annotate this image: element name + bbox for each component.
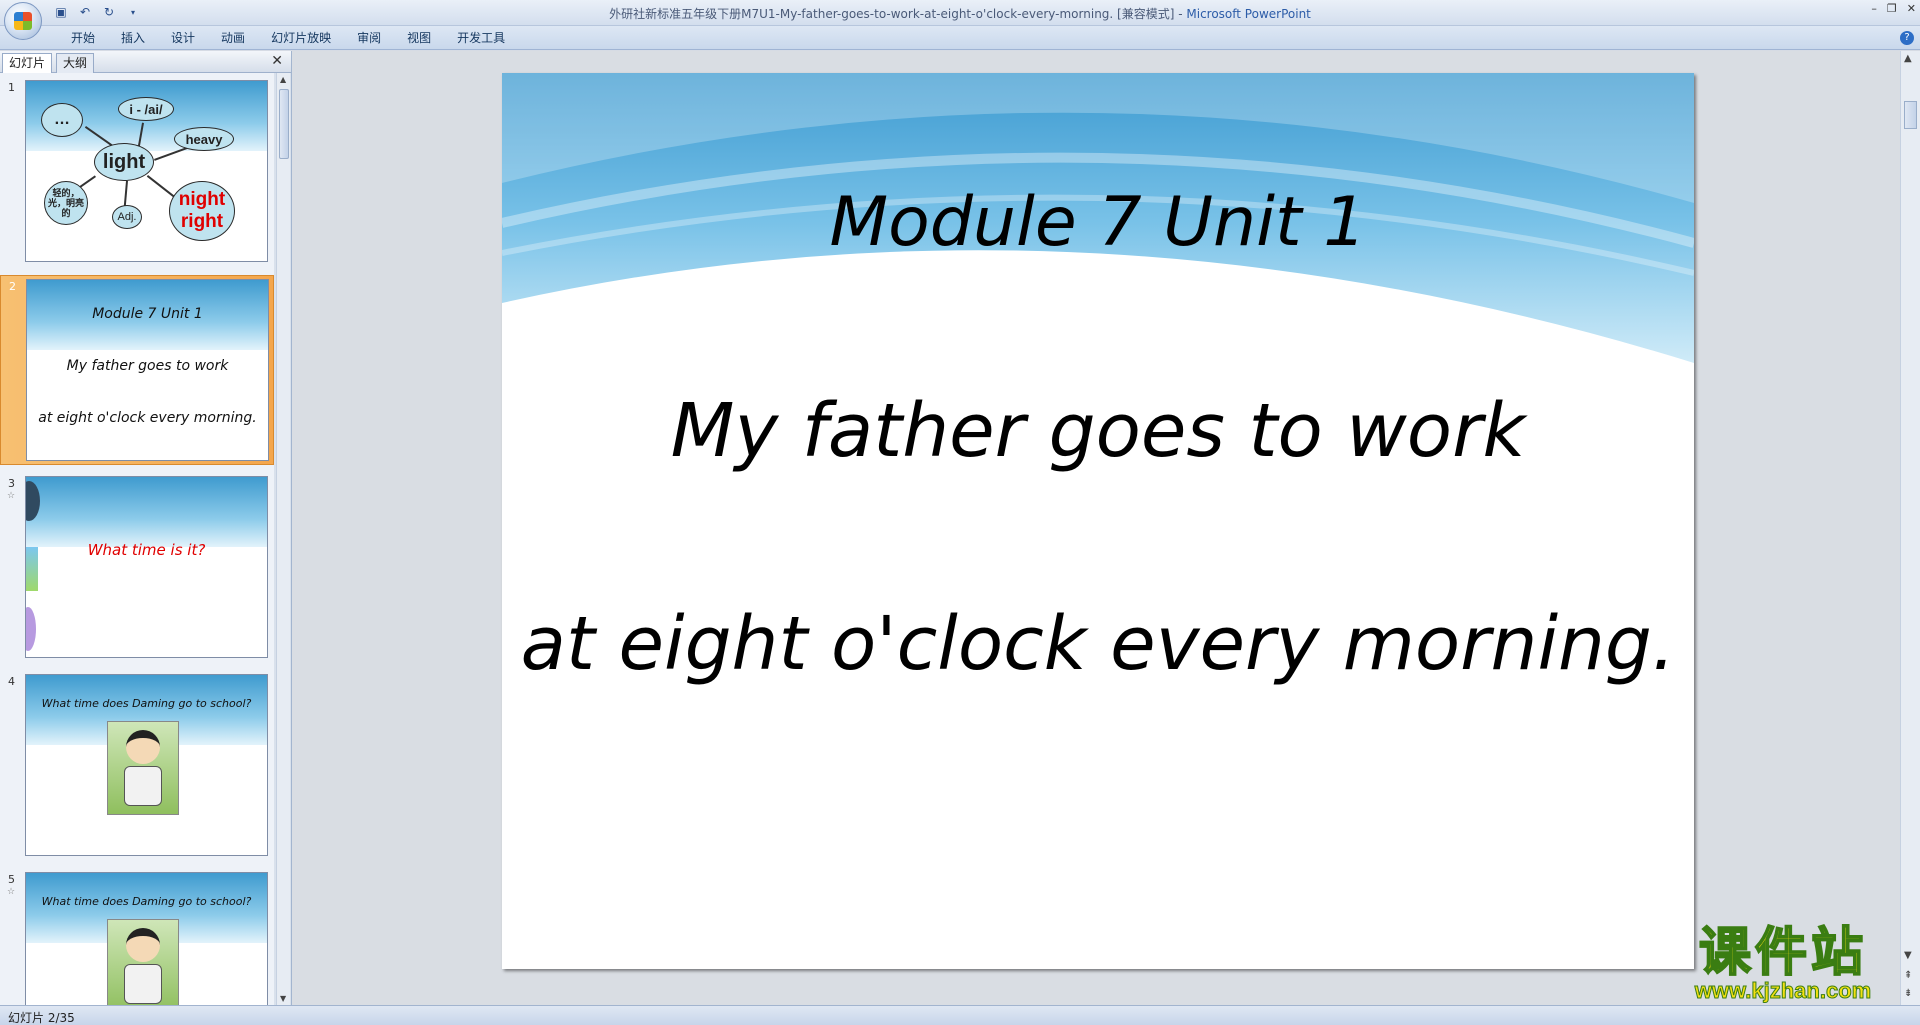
- thumbnail-scrollbar[interactable]: ▲ ▼: [276, 73, 290, 1005]
- slide-thumbnail-1[interactable]: 1 … i - /ai/ heavy light 轻的，光，明亮的 Adj. n…: [0, 77, 274, 267]
- editor-scrollbar[interactable]: ▲ ▼ ⇞ ⇟: [1900, 51, 1920, 1005]
- scroll-thumb[interactable]: [279, 89, 289, 159]
- slide-number: 2: [9, 280, 16, 293]
- slide-counter: 幻灯片 2/35: [8, 1011, 75, 1025]
- scroll-thumb[interactable]: [1904, 101, 1917, 129]
- tab-home[interactable]: 开始: [58, 30, 108, 48]
- slide-thumbnail-4[interactable]: 4 What time does Daming go to school?: [0, 671, 274, 861]
- ribbon: 开始 插入 设计 动画 幻灯片放映 审阅 视图 开发工具 ?: [0, 26, 1920, 50]
- slide-editor: Module 7 Unit 1 My father goes to work a…: [292, 51, 1900, 1005]
- slide-line-2[interactable]: at eight o'clock every morning.: [502, 601, 1694, 687]
- mindmap-chinese: 轻的，光，明亮的: [44, 181, 88, 225]
- mindmap-phonetic: i - /ai/: [118, 97, 174, 121]
- slide-number: 4: [8, 675, 15, 688]
- rhyme-word: right: [180, 211, 224, 232]
- thumb-line: at eight o'clock every morning.: [38, 410, 257, 426]
- tab-slideshow[interactable]: 幻灯片放映: [258, 30, 344, 48]
- tab-review[interactable]: 审阅: [344, 30, 394, 48]
- close-icon[interactable]: ✕: [1907, 2, 1916, 15]
- tab-view[interactable]: 视图: [394, 30, 444, 48]
- clock-image: [26, 607, 36, 651]
- scroll-up-icon[interactable]: ▲: [280, 75, 286, 84]
- mindmap-heavy: heavy: [174, 127, 234, 151]
- slide-preview: What time does Daming go to school?: [25, 872, 268, 1005]
- title-bar: ▣ ↶ ↻ ▾ 外研社新标准五年级下册M7U1-My-father-goes-t…: [0, 0, 1920, 40]
- tab-developer[interactable]: 开发工具: [444, 30, 518, 48]
- thumb-line: My father goes to work: [66, 358, 229, 374]
- boy-image: [107, 721, 179, 815]
- app-name: Microsoft PowerPoint: [1186, 7, 1311, 21]
- mindmap-adj: Adj.: [112, 205, 142, 229]
- thumb-title: What time is it?: [87, 541, 206, 559]
- restore-icon[interactable]: ❐: [1887, 2, 1897, 15]
- slide-number: 1: [8, 81, 15, 94]
- current-slide[interactable]: Module 7 Unit 1 My father goes to work a…: [502, 73, 1694, 969]
- slide-preview: Module 7 Unit 1 My father goes to work a…: [26, 279, 269, 461]
- window-title: 外研社新标准五年级下册M7U1-My-father-goes-to-work-a…: [609, 7, 1311, 21]
- thumb-title: What time does Daming go to school?: [41, 895, 252, 908]
- animation-star-icon: ☆: [7, 887, 16, 897]
- watermark-text: 课件站: [1698, 923, 1867, 983]
- watermark-logo: 课件站 www.kjzhan.com: [1668, 923, 1898, 1003]
- slide-thumbnail-3[interactable]: 3 ☆ What time is it?: [0, 473, 274, 663]
- slide-title[interactable]: Module 7 Unit 1: [502, 183, 1694, 262]
- animation-star-icon: ☆: [7, 491, 16, 501]
- previous-slide-icon[interactable]: ⇞: [1904, 970, 1912, 981]
- help-icon[interactable]: ?: [1900, 31, 1914, 45]
- next-slide-icon[interactable]: ⇟: [1904, 988, 1912, 999]
- tab-insert[interactable]: 插入: [108, 30, 158, 48]
- status-bar: 幻灯片 2/35: [0, 1005, 1920, 1025]
- mindmap-rhymes: night right: [169, 181, 235, 241]
- thumb-title: What time does Daming go to school?: [41, 697, 252, 710]
- slide-preview: … i - /ai/ heavy light 轻的，光，明亮的 Adj. nig…: [25, 80, 268, 262]
- mindmap-ellipsis: …: [41, 103, 83, 137]
- mindmap-center: light: [94, 143, 154, 181]
- slide-preview: What time does Daming go to school?: [25, 674, 268, 856]
- pane-close-icon[interactable]: ✕: [271, 53, 283, 69]
- slides-pane: 幻灯片 大纲 ✕ 1 … i - /ai/ heavy light 轻的，光，明…: [0, 51, 292, 1005]
- scroll-up-icon[interactable]: ▲: [1904, 53, 1912, 64]
- thumbnail-list: 1 … i - /ai/ heavy light 轻的，光，明亮的 Adj. n…: [0, 73, 274, 1005]
- document-title: 外研社新标准五年级下册M7U1-My-father-goes-to-work-a…: [609, 7, 1175, 21]
- tab-slides[interactable]: 幻灯片: [2, 53, 53, 73]
- rhyme-word: night: [178, 189, 226, 210]
- slide-preview: What time is it?: [25, 476, 268, 658]
- office-button[interactable]: [4, 2, 42, 40]
- scroll-down-icon[interactable]: ▼: [280, 994, 286, 1003]
- watermark-url: www.kjzhan.com: [1694, 978, 1872, 1003]
- scroll-down-icon[interactable]: ▼: [1904, 950, 1912, 961]
- sky-background: [26, 477, 267, 547]
- slide-line-1[interactable]: My father goes to work: [502, 388, 1694, 474]
- slide-thumbnail-5[interactable]: 5 ☆ What time does Daming go to school?: [0, 869, 274, 1005]
- slide-number: 3: [8, 477, 15, 490]
- thumb-title: Module 7 Unit 1: [92, 306, 203, 322]
- slide-thumbnail-2[interactable]: 2 Module 7 Unit 1 My father goes to work…: [0, 275, 274, 465]
- slide-number: 5: [8, 873, 15, 886]
- boy-image: [107, 919, 179, 1005]
- tab-outline[interactable]: 大纲: [56, 53, 95, 73]
- office-logo-icon: [14, 12, 32, 30]
- minimize-icon[interactable]: –: [1871, 2, 1877, 15]
- tab-animations[interactable]: 动画: [208, 30, 258, 48]
- tab-design[interactable]: 设计: [158, 30, 208, 48]
